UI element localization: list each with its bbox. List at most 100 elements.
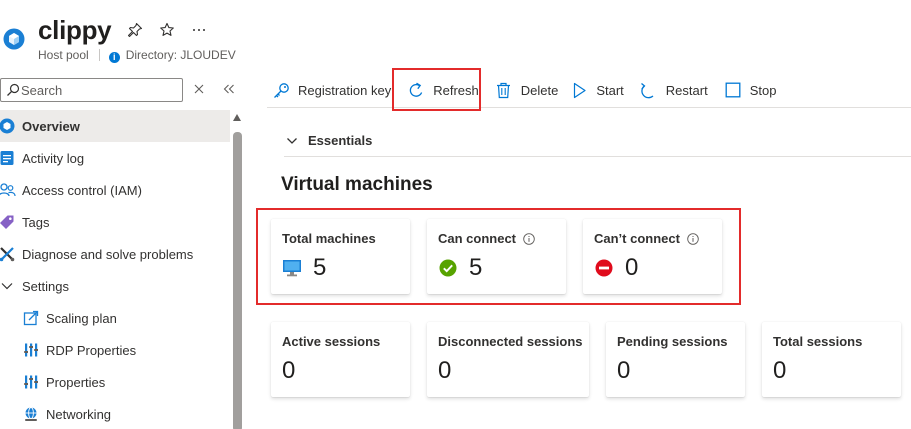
sidebar-item-networking[interactable]: Networking	[0, 398, 230, 429]
sidebar-item-label: Tags	[22, 214, 50, 230]
refresh-button[interactable]: Refresh	[402, 72, 486, 108]
star-icon	[160, 22, 174, 36]
info-icon[interactable]	[523, 232, 535, 245]
start-label: Start	[596, 82, 624, 98]
key-icon	[273, 82, 289, 98]
registration-key-label: Registration key	[298, 82, 392, 98]
networking-icon	[25, 407, 37, 421]
sidebar-group-settings[interactable]: Settings	[0, 270, 230, 302]
trash-icon	[497, 82, 511, 98]
close-icon	[194, 84, 204, 94]
card-label: Total sessions	[773, 334, 863, 349]
scroll-thumb[interactable]	[233, 132, 242, 429]
start-button[interactable]: Start	[565, 72, 630, 108]
sidebar-item-tags[interactable]: Tags	[0, 206, 230, 238]
restart-label: Restart	[665, 82, 708, 98]
properties-icon	[24, 375, 38, 389]
host-pool-icon	[3, 28, 25, 50]
search-box	[0, 78, 183, 102]
wrench-icon	[0, 247, 15, 262]
sidebar-item-properties[interactable]: Properties	[0, 366, 230, 398]
block-icon	[595, 259, 613, 277]
card-value: 0	[438, 357, 452, 384]
essentials-divider	[284, 156, 911, 157]
sidebar-item-label: Access control (IAM)	[22, 182, 142, 198]
total-machines-card: Total machines 5	[271, 219, 410, 294]
info-icon: i	[108, 52, 120, 63]
people-icon	[0, 183, 16, 197]
monitor-icon	[283, 260, 301, 277]
sidebar-item-label: Networking	[46, 406, 112, 422]
sidebar-scrollbar[interactable]	[232, 110, 242, 429]
collapse-left-icon	[223, 84, 234, 94]
check-circle-icon	[439, 259, 457, 277]
command-bar: Registration key Refresh Delete Start Re…	[267, 72, 783, 108]
stop-button[interactable]: Stop	[719, 72, 784, 108]
stop-icon	[725, 82, 741, 98]
virtual-machines-heading: Virtual machines	[281, 174, 433, 195]
properties-icon	[24, 343, 38, 357]
activity-log-icon	[0, 151, 14, 165]
more-icon	[193, 29, 205, 31]
page-title: clippy	[38, 15, 112, 45]
sidebar-item-label: Scaling plan	[46, 310, 117, 326]
refresh-label: Refresh	[433, 82, 479, 98]
card-label: Total machines	[282, 231, 376, 246]
total-sessions-card: Total sessions 0	[762, 322, 901, 397]
pin-button[interactable]	[126, 22, 144, 40]
card-value: 0	[282, 357, 296, 384]
card-label: Active sessions	[282, 334, 381, 349]
pin-icon	[127, 22, 143, 38]
sidebar-item-label: Diagnose and solve problems	[22, 246, 194, 262]
tag-icon	[0, 215, 14, 229]
card-value: 0	[617, 357, 631, 384]
resource-type: Host pool	[38, 48, 89, 62]
card-value: 0	[773, 357, 787, 384]
sidebar-item-label: Overview	[22, 118, 80, 134]
delete-label: Delete	[520, 82, 559, 98]
essentials-label: Essentials	[308, 133, 373, 148]
play-icon	[573, 82, 586, 98]
sidebar-item-label: Settings	[22, 278, 69, 294]
refresh-icon	[409, 82, 422, 97]
delete-button[interactable]: Delete	[490, 72, 566, 108]
resource-subtitle: Host pool i Directory: JLOUDEV	[38, 48, 236, 63]
scroll-up-arrow[interactable]	[233, 114, 241, 121]
restart-icon	[641, 82, 654, 98]
clear-search-button[interactable]	[191, 80, 207, 98]
sidebar-item-label: RDP Properties	[46, 342, 137, 358]
sidebar-item-overview[interactable]: Overview	[0, 110, 230, 142]
scaling-plan-icon	[23, 310, 39, 326]
can-connect-card: Can connect 5	[427, 219, 566, 294]
registration-key-button[interactable]: Registration key	[267, 72, 398, 108]
sidebar-item-diagnose[interactable]: Diagnose and solve problems	[0, 238, 230, 270]
card-label: Can connect	[438, 231, 517, 246]
card-label: Can’t connect	[594, 231, 680, 246]
stop-label: Stop	[749, 82, 777, 98]
card-value: 5	[469, 254, 483, 281]
sidebar-nav: Overview Activity log Access control (IA…	[0, 110, 230, 429]
cant-connect-card: Can’t connect 0	[583, 219, 722, 294]
sidebar-item-label: Activity log	[22, 150, 85, 166]
search-input[interactable]	[21, 81, 179, 99]
sidebar-item-access-control[interactable]: Access control (IAM)	[0, 174, 230, 206]
restart-button[interactable]: Restart	[635, 72, 715, 108]
essentials-toggle[interactable]: Essentials	[286, 133, 372, 148]
sidebar-item-rdp-properties[interactable]: RDP Properties	[0, 334, 230, 366]
active-sessions-card: Active sessions 0	[271, 322, 410, 397]
info-icon[interactable]	[687, 232, 699, 245]
chevron-down-icon	[1, 283, 13, 290]
sidebar-item-scaling-plan[interactable]: Scaling plan	[0, 302, 230, 334]
card-label: Pending sessions	[617, 334, 728, 349]
favorite-button[interactable]	[158, 22, 176, 40]
overview-icon	[0, 118, 15, 134]
collapse-sidebar-button[interactable]	[221, 80, 237, 98]
directory-label: Directory: JLOUDEV	[125, 48, 236, 62]
more-button[interactable]	[190, 22, 208, 40]
card-value: 0	[625, 254, 639, 281]
chevron-down-icon	[287, 137, 297, 144]
disconnected-sessions-card: Disconnected sessions 0	[427, 322, 589, 397]
sidebar-item-activity-log[interactable]: Activity log	[0, 142, 230, 174]
pending-sessions-card: Pending sessions 0	[606, 322, 745, 397]
card-value: 5	[313, 254, 327, 281]
